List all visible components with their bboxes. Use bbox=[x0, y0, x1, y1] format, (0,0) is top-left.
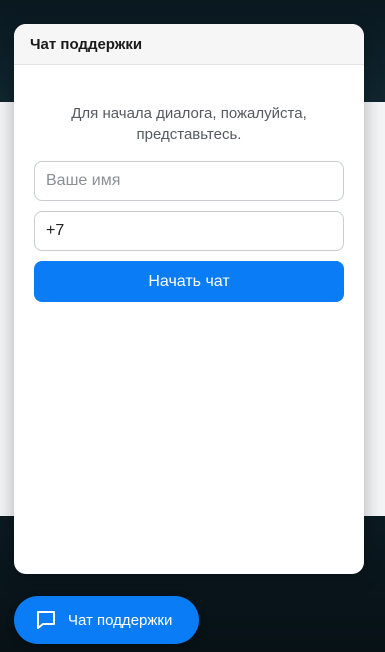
chat-header: Чат поддержки bbox=[14, 24, 364, 65]
start-chat-button[interactable]: Начать чат bbox=[34, 261, 344, 302]
phone-input[interactable] bbox=[34, 211, 344, 251]
launcher-label: Чат поддержки bbox=[68, 611, 173, 629]
chat-bubble-icon bbox=[35, 609, 57, 631]
support-chat-window: Чат поддержки Для начала диалога, пожалу… bbox=[14, 24, 364, 574]
chat-body: Для начала диалога, пожалуйста, представ… bbox=[14, 65, 364, 302]
chat-title: Чат поддержки bbox=[30, 35, 143, 53]
intro-text: Для начала диалога, пожалуйста, представ… bbox=[71, 105, 307, 143]
support-chat-launcher-button[interactable]: Чат поддержки bbox=[14, 596, 199, 644]
name-input[interactable] bbox=[34, 161, 344, 201]
